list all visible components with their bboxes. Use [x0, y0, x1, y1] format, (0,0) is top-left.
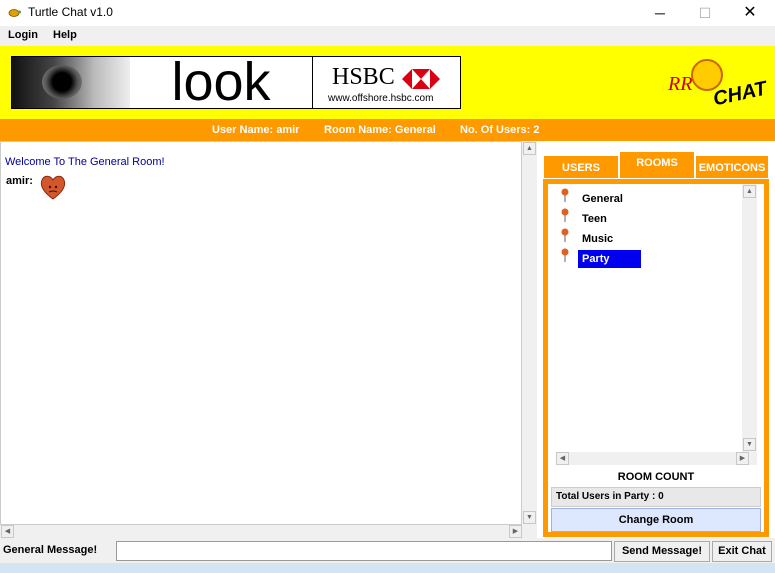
- chat-horizontal-scrollbar[interactable]: ◀ ▶: [0, 525, 537, 538]
- scroll-right-icon[interactable]: ▶: [509, 525, 522, 538]
- room-count-label: ROOM COUNT: [551, 467, 761, 487]
- menu-bar: Login Help: [0, 26, 775, 46]
- scroll-left-icon[interactable]: ◀: [556, 452, 569, 465]
- scroll-left-icon[interactable]: ◀: [1, 525, 14, 538]
- ad-brand: HSBC: [332, 64, 395, 90]
- scroll-up-icon[interactable]: ▲: [523, 142, 536, 155]
- eye-image: [12, 57, 130, 108]
- banner: look HSBC www.offshore.hsbc.com RR CHAT: [0, 46, 775, 119]
- users-count-label: No. Of Users: 2: [460, 124, 540, 136]
- minimize-button[interactable]: ─: [637, 0, 683, 26]
- menu-login[interactable]: Login: [8, 29, 38, 41]
- pin-icon: [561, 208, 569, 222]
- room-list[interactable]: General Teen Music Party: [556, 184, 758, 464]
- ad-headline: look: [171, 52, 271, 112]
- maximize-button[interactable]: ☐: [682, 0, 728, 26]
- side-panel: USERS ROOMS EMOTICONS General Teen Music…: [537, 141, 775, 538]
- message-bar: General Message! Send Message! Exit Chat: [0, 538, 775, 563]
- room-name-label: Room Name: General: [324, 124, 436, 136]
- ad-banner[interactable]: look HSBC www.offshore.hsbc.com: [11, 52, 461, 112]
- window-title: Turtle Chat v1.0: [28, 5, 113, 19]
- pin-icon: [561, 188, 569, 202]
- user-name-label: User Name: amir: [212, 124, 300, 136]
- menu-help[interactable]: Help: [53, 29, 77, 41]
- room-label: General: [582, 193, 623, 205]
- room-label: Teen: [582, 213, 607, 225]
- change-room-button[interactable]: Change Room: [551, 508, 761, 532]
- pin-icon: [561, 228, 569, 242]
- room-label: Music: [582, 233, 614, 245]
- exit-chat-button[interactable]: Exit Chat: [712, 541, 772, 562]
- title-bar: Turtle Chat v1.0 ─ ☐ ✕: [0, 0, 775, 26]
- tab-users[interactable]: USERS: [543, 155, 619, 179]
- logo-rr: RR: [668, 73, 693, 95]
- pin-icon: [561, 248, 569, 262]
- message-input[interactable]: [116, 541, 612, 561]
- turtle-icon: [8, 9, 21, 17]
- tab-emoticons[interactable]: EMOTICONS: [695, 155, 769, 179]
- chat-messages: Welcome To The General Room! amir:: [0, 141, 522, 525]
- heart-icon: [40, 175, 66, 200]
- window-bottom-border: [0, 563, 775, 573]
- welcome-message: Welcome To The General Room!: [5, 156, 165, 168]
- total-users-field: Total Users in Party : 0: [551, 487, 761, 507]
- tab-rooms[interactable]: ROOMS: [619, 151, 695, 179]
- send-message-button[interactable]: Send Message!: [614, 541, 710, 562]
- scroll-up-icon[interactable]: ▲: [743, 185, 756, 198]
- scroll-down-icon[interactable]: ▼: [743, 438, 756, 451]
- ad-url: www.offshore.hsbc.com: [328, 93, 434, 104]
- rr-chat-logo: RR CHAT: [663, 59, 771, 115]
- room-list-horizontal-scrollbar[interactable]: ◀ ▶: [556, 452, 757, 465]
- scroll-right-icon[interactable]: ▶: [736, 452, 749, 465]
- hsbc-logo-icon: [402, 69, 440, 89]
- info-bar: User Name: amir Room Name: General No. O…: [0, 119, 775, 141]
- room-label: Party: [578, 250, 641, 268]
- close-button[interactable]: ✕: [727, 0, 773, 26]
- chat-vertical-scrollbar[interactable]: ▲ ▼: [522, 141, 537, 525]
- room-list-vertical-scrollbar[interactable]: ▲ ▼: [742, 184, 757, 452]
- message-sender: amir:: [6, 175, 33, 187]
- general-message-label: General Message!: [3, 544, 98, 556]
- rooms-panel: General Teen Music Party ▲ ▼ ◀ ▶ ROOM CO…: [543, 179, 769, 537]
- scroll-down-icon[interactable]: ▼: [523, 511, 536, 524]
